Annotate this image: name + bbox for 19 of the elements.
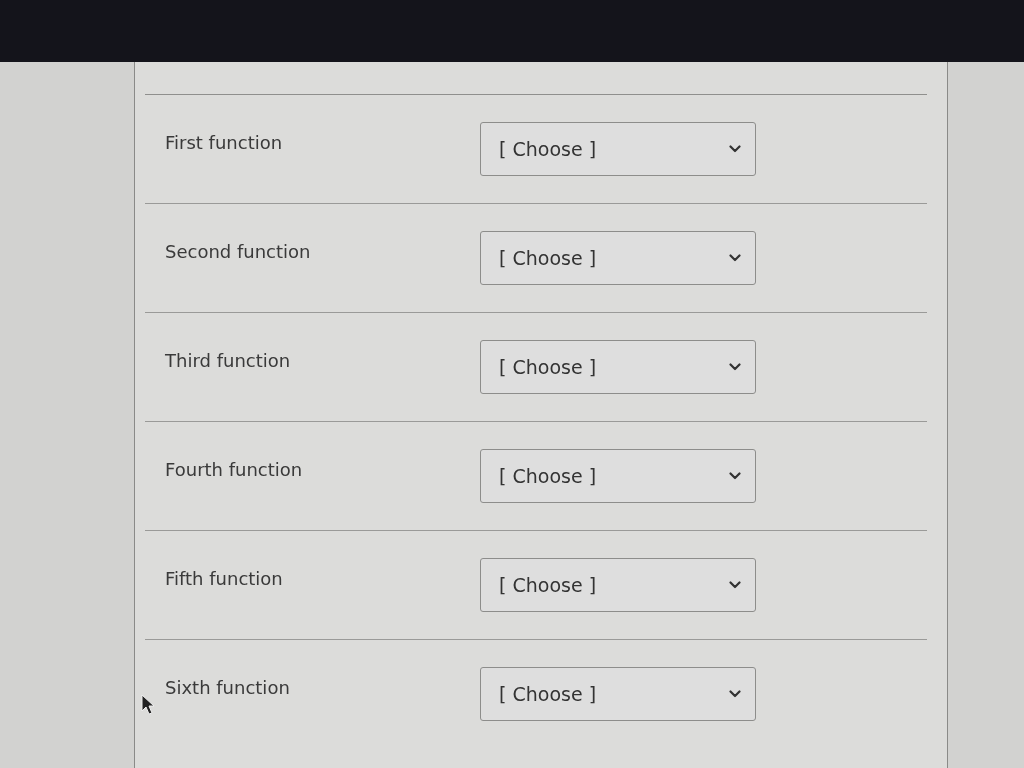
chevron-down-icon [729,254,741,262]
choose-dropdown[interactable]: [ Choose ] [480,340,756,394]
chevron-down-icon [729,581,741,589]
chevron-down-icon [729,690,741,698]
choose-dropdown[interactable]: [ Choose ] [480,122,756,176]
chevron-down-icon [729,472,741,480]
chevron-down-icon [729,363,741,371]
choose-dropdown[interactable]: [ Choose ] [480,558,756,612]
chevron-down-icon [729,145,741,153]
choose-dropdown[interactable]: [ Choose ] [480,667,756,721]
field-label: Sixth function [165,676,291,698]
field-label: Fifth function [165,567,284,589]
field-label: Fourth function [165,458,304,480]
choose-dropdown[interactable]: [ Choose ] [480,449,756,503]
choose-dropdown[interactable]: [ Choose ] [480,231,756,285]
field-label: First function [165,131,284,153]
mouse-pointer-icon [141,694,155,716]
field-label: Third function [165,349,292,371]
field-label: Second function [165,240,312,262]
